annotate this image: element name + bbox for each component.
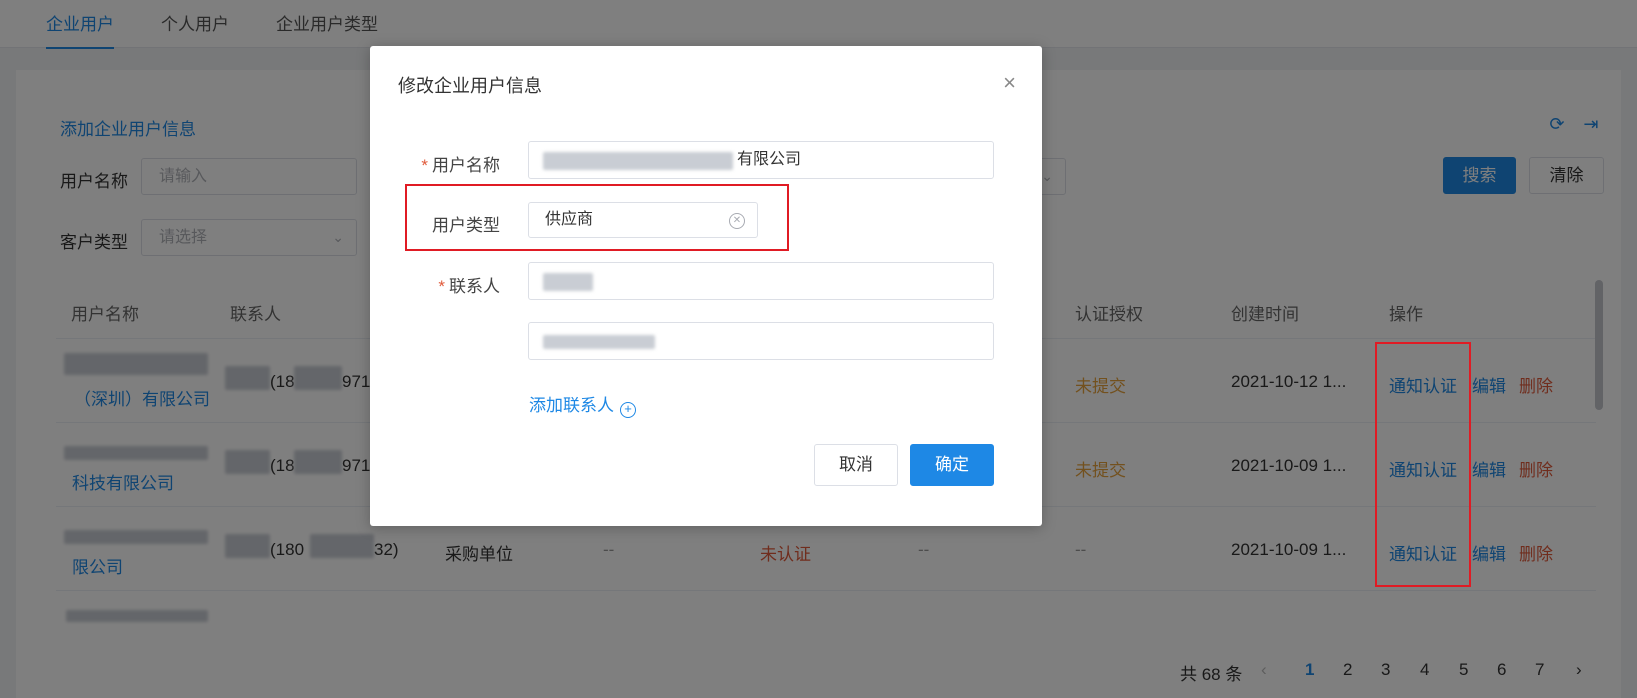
confirm-button[interactable]: 确定 <box>910 444 994 486</box>
contact-label-text: 联系人 <box>449 277 500 296</box>
contact-label: * 联系人 <box>390 272 500 297</box>
plus-circle-icon: + <box>620 402 636 418</box>
username-label: * 用户名称 <box>390 151 500 176</box>
username-input[interactable]: 有限公司 <box>528 141 994 179</box>
add-contact-link[interactable]: 添加联系人 + <box>529 391 636 418</box>
add-contact-label: 添加联系人 <box>529 396 614 415</box>
edit-user-dialog: 修改企业用户信息 × * 用户名称 有限公司 用户类型 供应商 ✕ * 联系人 添加… <box>370 46 1042 526</box>
contact-phone-input[interactable] <box>528 322 994 360</box>
close-icon[interactable]: × <box>1003 72 1016 94</box>
redacted-contact-phone <box>543 335 655 349</box>
required-mark: * <box>438 277 445 296</box>
required-mark: * <box>421 156 428 175</box>
username-value: 有限公司 <box>737 151 802 168</box>
dialog-title: 修改企业用户信息 <box>398 76 542 96</box>
username-label-text: 用户名称 <box>432 156 500 175</box>
cancel-button[interactable]: 取消 <box>814 444 898 486</box>
contact-name-input[interactable] <box>528 262 994 300</box>
redacted-contact-name <box>543 273 593 291</box>
redacted-company-name <box>543 152 733 170</box>
annotation-highlight-user-type <box>405 184 789 251</box>
annotation-highlight-actions <box>1375 342 1471 587</box>
